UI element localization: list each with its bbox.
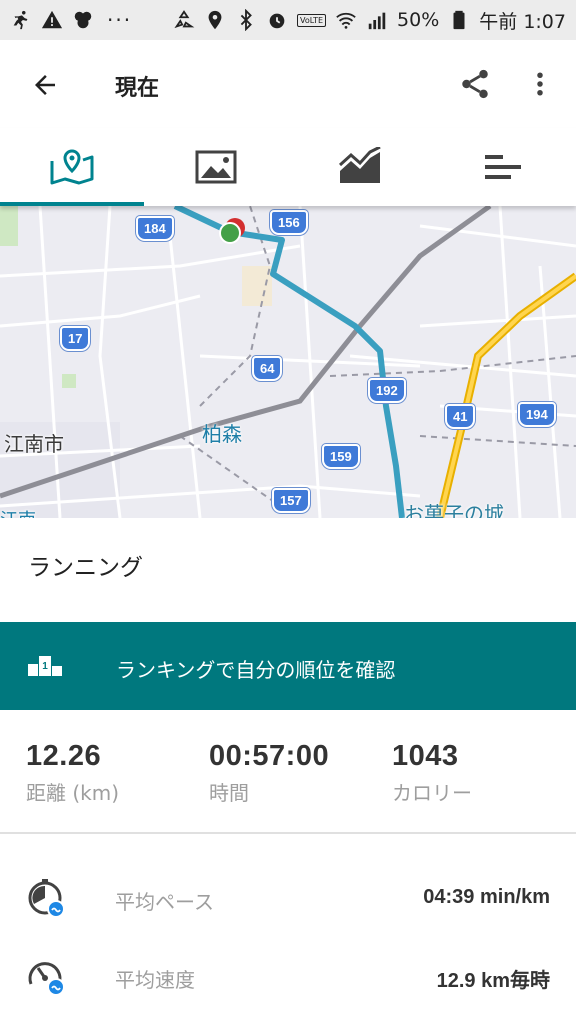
- route-shield-159: 159: [322, 444, 360, 469]
- stat-distance-label: 距離 (km): [26, 781, 120, 805]
- status-time: 午前 1:07: [479, 10, 566, 33]
- map-label-bottom-left: 江南: [0, 506, 36, 518]
- warning-icon: [41, 9, 63, 31]
- tab-chart[interactable]: [288, 128, 432, 206]
- detail-value-pace: 04:39 min/km: [423, 886, 550, 908]
- route-shield-64: 64: [252, 356, 283, 381]
- route-map[interactable]: 184 156 17 64 192 41 194 159 157 江南市 柏森 …: [0, 206, 576, 518]
- recycle-icon: [173, 9, 195, 31]
- alarm-icon: [266, 9, 288, 31]
- detail-value-speed: 12.9 km毎時: [436, 970, 550, 992]
- bluetooth-icon: [235, 9, 257, 31]
- page-title: 現在: [115, 76, 160, 101]
- app-bar: 現在: [0, 40, 576, 128]
- more-notifications-icon: ···: [107, 8, 133, 32]
- detail-row-pace: 平均ペース 04:39 min/km: [0, 868, 576, 928]
- ranking-label: ランキングで自分の順位を確認: [116, 658, 396, 682]
- podium-icon: 1: [28, 656, 62, 676]
- location-icon: [204, 9, 226, 31]
- stats-summary: 12.26 距離 (km) 00:57:00 時間 1043 カロリー: [0, 740, 576, 832]
- stat-distance: 12.26 距離 (km): [26, 740, 119, 806]
- stat-calories: 1043 カロリー: [392, 740, 472, 806]
- route-shield-156: 156: [270, 210, 308, 235]
- stat-time-label: 時間: [209, 781, 249, 805]
- notification-icon: [72, 9, 94, 31]
- status-right: VoLTE 50% 午前 1:07: [173, 7, 566, 34]
- podium-rank-number: 1: [42, 661, 48, 672]
- back-arrow-icon[interactable]: [26, 66, 64, 104]
- route-shield-17: 17: [60, 326, 91, 351]
- activity-type: ランニング: [28, 555, 143, 581]
- route-shield-157: 157: [272, 488, 310, 513]
- tab-map[interactable]: [0, 128, 144, 206]
- route-shield-192: 192: [368, 378, 406, 403]
- share-icon[interactable]: [455, 64, 495, 104]
- tab-summary[interactable]: [432, 128, 576, 206]
- photo-icon: [195, 150, 237, 184]
- map-icon: [50, 149, 94, 185]
- speed-icon: [28, 962, 65, 996]
- map-canvas: [0, 206, 576, 518]
- bar-list-icon: [485, 155, 521, 179]
- volte-badge: VoLTE: [297, 13, 327, 27]
- map-label-city: 江南市: [4, 432, 64, 456]
- map-label-shop: お菓子の城: [404, 502, 504, 518]
- stat-distance-value: 12.26: [26, 740, 102, 772]
- more-vert-icon[interactable]: [520, 64, 560, 104]
- battery-percent: 50%: [397, 9, 440, 31]
- battery-icon: [448, 9, 470, 31]
- stat-time-value: 00:57:00: [209, 740, 330, 772]
- route-shield-194: 194: [518, 402, 556, 427]
- status-left: ···: [10, 8, 132, 32]
- pace-icon: [28, 879, 65, 918]
- chart-icon: [338, 147, 381, 183]
- route-shield-41: 41: [445, 404, 476, 429]
- tab-photos[interactable]: [144, 128, 288, 206]
- stat-calories-value: 1043: [392, 740, 459, 772]
- status-bar: ··· VoLTE 50% 午前 1:07: [0, 0, 576, 40]
- running-icon: [10, 9, 32, 31]
- tab-bar: [0, 128, 576, 206]
- detail-label-speed: 平均速度: [115, 968, 195, 992]
- detail-row-speed: 平均速度 12.9 km毎時: [0, 946, 576, 1006]
- stat-calories-label: カロリー: [392, 781, 472, 805]
- divider: [0, 832, 576, 834]
- detail-label-pace: 平均ペース: [115, 890, 214, 914]
- route-shield-184: 184: [136, 216, 174, 241]
- map-label-station: 柏森: [202, 422, 242, 446]
- stat-time: 00:57:00 時間: [209, 740, 329, 806]
- ranking-button[interactable]: 1 ランキングで自分の順位を確認: [0, 622, 576, 710]
- wifi-icon: [335, 9, 357, 31]
- signal-icon: [366, 9, 388, 31]
